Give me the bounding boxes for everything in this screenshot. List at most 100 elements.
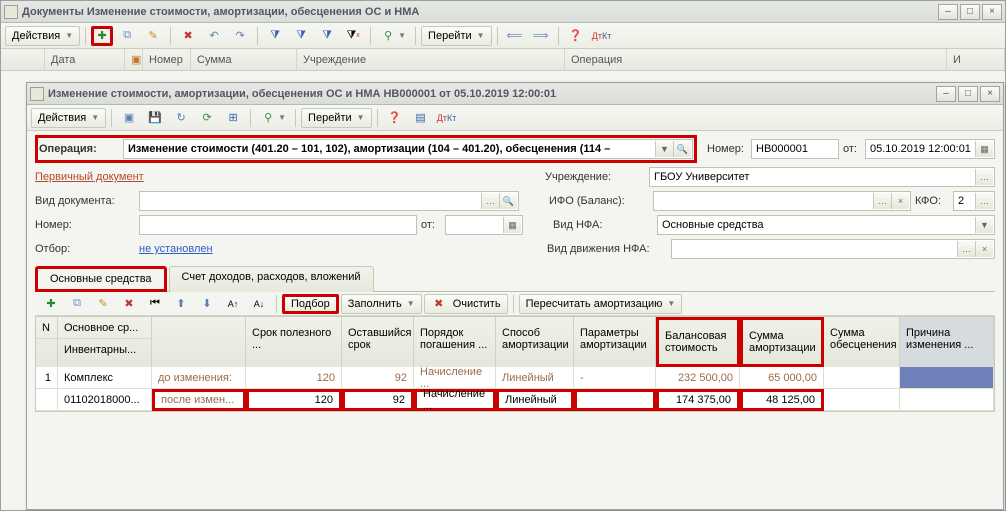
actions-dropdown[interactable]: Действия▼: [31, 108, 106, 128]
ifo-input[interactable]: … ×: [653, 191, 911, 211]
actions-dropdown[interactable]: Действия▼: [5, 26, 80, 46]
save-button[interactable]: 💾: [143, 108, 167, 128]
calendar-icon[interactable]: ▦: [503, 217, 521, 233]
dtkt-button[interactable]: ДтКт: [590, 26, 614, 46]
col-flag[interactable]: ▣: [125, 49, 143, 70]
clear-button[interactable]: ✖Очистить: [424, 294, 508, 314]
add-button[interactable]: ✚: [91, 26, 113, 46]
assets-grid: N Основное ср... Инвентарны... Срок поле…: [35, 316, 995, 412]
row-down-button[interactable]: ⬇: [195, 294, 219, 314]
tab-main-assets[interactable]: Основные средства: [35, 266, 167, 292]
delete-mark-button[interactable]: ✖: [176, 26, 200, 46]
minimize-button[interactable]: –: [938, 4, 958, 20]
row-del-button[interactable]: ✖: [117, 294, 141, 314]
col-date[interactable]: Дата: [45, 49, 125, 70]
kfo-input[interactable]: 2 …: [953, 191, 995, 211]
gh-asset[interactable]: Основное ср...: [58, 317, 151, 339]
find-button[interactable]: ⚲▼: [376, 26, 410, 46]
select-icon[interactable]: …: [975, 193, 993, 209]
maximize-button[interactable]: □: [958, 86, 978, 102]
goto-dropdown[interactable]: Перейти▼: [421, 26, 492, 46]
col-operation[interactable]: Операция: [565, 49, 947, 70]
post-button[interactable]: ▣: [117, 108, 141, 128]
pick-button[interactable]: Подбор: [282, 294, 339, 314]
selection-link[interactable]: не установлен: [139, 243, 543, 255]
primary-doc-link[interactable]: Первичный документ: [35, 171, 541, 183]
table-row[interactable]: 01102018000... после измен... 120 92 Нач…: [36, 389, 994, 411]
filter2-button[interactable]: ⧩: [289, 26, 313, 46]
maximize-button[interactable]: □: [960, 4, 980, 20]
filterx-icon: ⧩x: [345, 28, 361, 44]
gh-inv[interactable]: Инвентарны...: [58, 339, 151, 361]
table-row[interactable]: 1 Комплекс до изменения: 120 92 Начислен…: [36, 367, 994, 389]
gh-remain[interactable]: Оставшийся срок: [342, 317, 413, 361]
nfa-type-label: Вид НФА:: [553, 219, 653, 231]
clear-icon[interactable]: ×: [891, 193, 909, 209]
col-sum[interactable]: Сумма: [191, 49, 297, 70]
repost-button[interactable]: ⟳: [195, 108, 219, 128]
operation-select[interactable]: Изменение стоимости (401.20 – 101, 102),…: [123, 139, 693, 159]
gh-reason[interactable]: Причина изменения ...: [900, 317, 993, 361]
doctype-input[interactable]: … 🔍: [139, 191, 519, 211]
move-left[interactable]: ⟸: [503, 26, 527, 46]
col-last[interactable]: И: [947, 49, 1005, 70]
filter3-button[interactable]: ⧩: [315, 26, 339, 46]
dropdown-icon[interactable]: ▼: [975, 217, 993, 233]
gh-useful[interactable]: Срок полезного ...: [246, 317, 341, 361]
org-input[interactable]: ГБОУ Университет …: [649, 167, 995, 187]
filter1-button[interactable]: ⧩: [263, 26, 287, 46]
fill-dropdown[interactable]: Заполнить▼: [341, 294, 422, 314]
clear-icon[interactable]: ×: [975, 241, 993, 257]
reread-button[interactable]: ↻: [169, 108, 193, 128]
move-right[interactable]: ⟹: [529, 26, 553, 46]
gh-amort[interactable]: Сумма амортизации: [743, 320, 821, 364]
sort-desc-button[interactable]: A↓: [247, 294, 271, 314]
select-icon[interactable]: …: [957, 241, 975, 257]
minimize-button[interactable]: –: [936, 86, 956, 102]
sortza-icon: A↓: [251, 296, 267, 312]
refresh-left-button[interactable]: ↶: [202, 26, 226, 46]
row-copy-button[interactable]: ⧉: [65, 294, 89, 314]
sort-asc-button[interactable]: A↑: [221, 294, 245, 314]
form-button[interactable]: ▤: [409, 108, 433, 128]
recalc-dropdown[interactable]: Пересчитать амортизацию▼: [519, 294, 683, 314]
num-input[interactable]: [139, 215, 417, 235]
row-up-button[interactable]: ⬆: [169, 294, 193, 314]
nfa-type-input[interactable]: Основные средства ▼: [657, 215, 995, 235]
help-button[interactable]: ❓: [383, 108, 407, 128]
row-add-button[interactable]: ✚: [39, 294, 63, 314]
search-icon[interactable]: 🔍: [673, 141, 691, 157]
nfa-move-input[interactable]: … ×: [671, 239, 995, 259]
row-first-button[interactable]: ⏮: [143, 294, 167, 314]
row-edit-button[interactable]: ✎: [91, 294, 115, 314]
select-icon[interactable]: …: [873, 193, 891, 209]
gh-payoff[interactable]: Порядок погашения ...: [414, 317, 495, 361]
select-icon[interactable]: …: [975, 169, 993, 185]
calendar-icon[interactable]: ▦: [975, 141, 993, 157]
dropdown-icon[interactable]: ▼: [655, 141, 673, 157]
copy-button[interactable]: ⧉: [115, 26, 139, 46]
refresh-right-button[interactable]: ↷: [228, 26, 252, 46]
help-button[interactable]: ❓: [564, 26, 588, 46]
goto-dropdown[interactable]: Перейти▼: [301, 108, 372, 128]
tab-accounts[interactable]: Счет доходов, расходов, вложений: [169, 266, 374, 292]
gh-method[interactable]: Способ амортизации: [496, 317, 573, 361]
gh-impair[interactable]: Сумма обесценения: [824, 317, 899, 361]
gh-params[interactable]: Параметры амортизации: [574, 317, 655, 361]
dtkt-button[interactable]: ДтКт: [435, 108, 459, 128]
filter-clear-button[interactable]: ⧩x: [341, 26, 365, 46]
number-input[interactable]: НВ000001: [751, 139, 839, 159]
date2-input[interactable]: ▦: [445, 215, 523, 235]
search-icon[interactable]: 🔍: [499, 193, 517, 209]
gh-balance[interactable]: Балансовая стоимость: [659, 320, 737, 364]
struct-button[interactable]: ⊞: [221, 108, 245, 128]
close-button[interactable]: ×: [980, 86, 1000, 102]
close-button[interactable]: ×: [982, 4, 1002, 20]
col-number[interactable]: Номер: [143, 49, 191, 70]
select-icon[interactable]: …: [481, 193, 499, 209]
edit-button[interactable]: ✎: [141, 26, 165, 46]
date-input[interactable]: 05.10.2019 12:00:01 ▦: [865, 139, 995, 159]
find-button[interactable]: ⚲▼: [256, 108, 290, 128]
gh-n[interactable]: N: [36, 317, 57, 339]
col-org[interactable]: Учреждение: [297, 49, 565, 70]
